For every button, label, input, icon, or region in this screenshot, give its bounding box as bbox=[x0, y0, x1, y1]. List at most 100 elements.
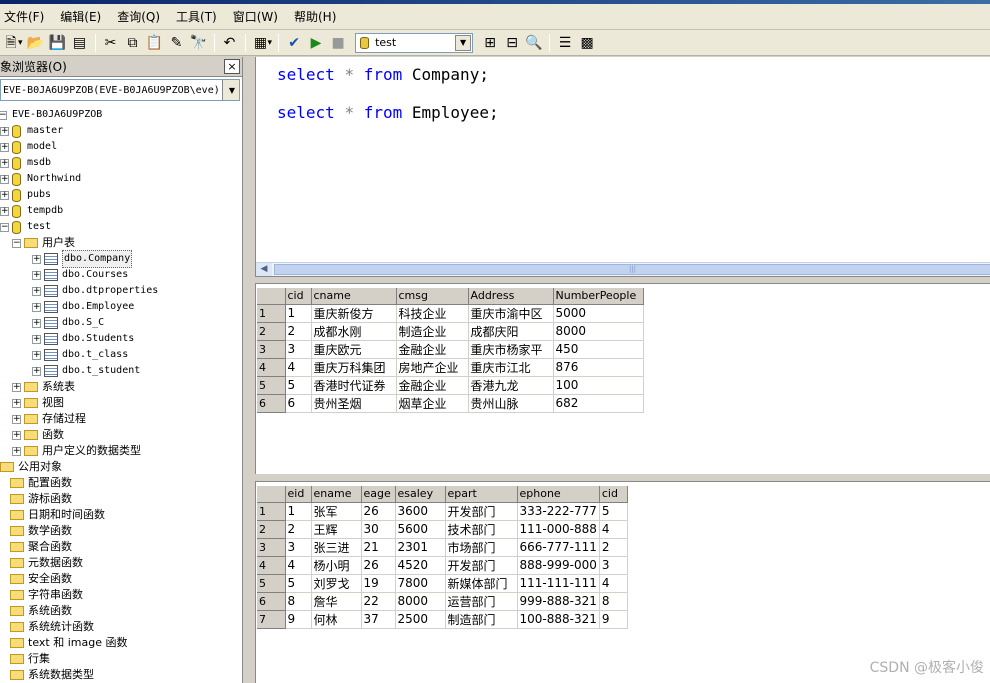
table-cell[interactable]: 金融企业 bbox=[396, 376, 469, 395]
expand-icon[interactable]: + bbox=[12, 430, 21, 440]
table-cell[interactable]: 4 bbox=[599, 574, 628, 593]
table-cell[interactable]: 技术部门 bbox=[445, 520, 518, 539]
expand-icon[interactable]: + bbox=[32, 286, 41, 296]
table-cell[interactable]: 682 bbox=[553, 394, 644, 413]
table-cell[interactable]: 450 bbox=[553, 340, 644, 359]
table-cell[interactable]: 张军 bbox=[311, 502, 362, 521]
table-cell[interactable]: 3 bbox=[599, 556, 628, 575]
table-cell[interactable]: 香港时代证券 bbox=[311, 376, 397, 395]
table-row[interactable]: 3 3 重庆欧元 金融企业 重庆市杨家平 450 bbox=[257, 340, 644, 359]
menu-help[interactable]: 帮助(H) bbox=[286, 6, 344, 28]
row-number[interactable]: 6 bbox=[257, 394, 286, 413]
expand-icon[interactable]: + bbox=[0, 206, 9, 216]
pane-splitter[interactable] bbox=[243, 57, 255, 683]
table-cell[interactable]: 香港九龙 bbox=[468, 376, 554, 395]
collapse-icon[interactable]: − bbox=[0, 110, 7, 120]
table-cell[interactable]: 666-777-111 bbox=[517, 538, 600, 557]
table-cell[interactable]: 8000 bbox=[553, 322, 644, 341]
stop-icon[interactable]: ■ bbox=[327, 32, 349, 54]
table-node[interactable]: + dbo.Company bbox=[32, 250, 133, 268]
folder-common-objects[interactable]: 公用对象 bbox=[0, 459, 62, 475]
folder-node[interactable]: 行集 bbox=[10, 651, 50, 667]
folder-node[interactable]: 数学函数 bbox=[10, 523, 72, 539]
table-cell[interactable]: 19 bbox=[361, 574, 396, 593]
table-cell[interactable]: 新媒体部门 bbox=[445, 574, 518, 593]
folder-node[interactable]: 配置函数 bbox=[10, 475, 72, 491]
expand-icon[interactable]: + bbox=[32, 334, 41, 344]
menu-file[interactable]: 文件(F) bbox=[0, 6, 52, 28]
table-cell[interactable]: 重庆万科集团 bbox=[311, 358, 397, 377]
table-cell[interactable]: 4 bbox=[285, 358, 312, 377]
folder-node[interactable]: + 视图 bbox=[12, 395, 64, 411]
properties-icon[interactable]: ☰ bbox=[554, 32, 576, 54]
folder-node[interactable]: 元数据函数 bbox=[10, 555, 83, 571]
results-splitter[interactable] bbox=[255, 474, 990, 481]
database-node[interactable]: − test bbox=[0, 219, 51, 235]
find-icon[interactable]: 🔭 bbox=[188, 32, 210, 54]
table-cell[interactable]: 22 bbox=[361, 592, 396, 611]
table-cell[interactable]: 运营部门 bbox=[445, 592, 518, 611]
table-cell[interactable]: 100 bbox=[553, 376, 644, 395]
expand-icon[interactable]: + bbox=[12, 414, 21, 424]
paste-icon[interactable]: 📋 bbox=[144, 32, 166, 54]
table-cell[interactable]: 6 bbox=[285, 394, 312, 413]
table-cell[interactable]: 重庆市江北 bbox=[468, 358, 554, 377]
chevron-down-icon[interactable]: ▾ bbox=[268, 38, 273, 48]
table-cell[interactable]: 111-111-111 bbox=[517, 574, 600, 593]
table-cell[interactable]: 2 bbox=[285, 520, 312, 539]
table-cell[interactable]: 杨小明 bbox=[311, 556, 362, 575]
folder-node[interactable]: 字符串函数 bbox=[10, 587, 83, 603]
row-number[interactable]: 5 bbox=[257, 376, 286, 395]
table-cell[interactable]: 1 bbox=[285, 304, 312, 323]
database-node[interactable]: + model bbox=[0, 139, 57, 155]
table-cell[interactable]: 制造部门 bbox=[445, 610, 518, 629]
row-number[interactable]: 5 bbox=[257, 574, 286, 593]
table-cell[interactable]: 科技企业 bbox=[396, 304, 469, 323]
folder-node[interactable]: 系统函数 bbox=[10, 603, 72, 619]
table-row[interactable]: 6 8 詹华 22 8000 运营部门 999-888-321 8 bbox=[257, 592, 628, 611]
menu-edit[interactable]: 编辑(E) bbox=[52, 6, 109, 28]
table-cell[interactable]: 888-999-000 bbox=[517, 556, 600, 575]
clear-window-icon[interactable]: ✎ bbox=[166, 32, 188, 54]
table-cell[interactable]: 37 bbox=[361, 610, 396, 629]
table-cell[interactable]: 26 bbox=[361, 556, 396, 575]
column-header[interactable]: eage bbox=[361, 486, 396, 503]
save-icon[interactable]: 💾 bbox=[47, 32, 69, 54]
object-search-icon[interactable]: 🔍 bbox=[523, 32, 545, 54]
table-row[interactable]: 2 2 王辉 30 5600 技术部门 111-000-888 4 bbox=[257, 520, 628, 539]
copy-icon[interactable]: ⧉ bbox=[122, 32, 144, 54]
row-number[interactable]: 3 bbox=[257, 538, 286, 557]
table-node[interactable]: + dbo.dtproperties bbox=[32, 283, 158, 299]
table-cell[interactable]: 成都庆阳 bbox=[468, 322, 554, 341]
column-header[interactable]: ephone bbox=[517, 486, 600, 503]
table-cell[interactable]: 3 bbox=[285, 340, 312, 359]
expand-icon[interactable]: + bbox=[32, 366, 41, 376]
database-node[interactable]: + Northwind bbox=[0, 171, 81, 187]
table-cell[interactable]: 26 bbox=[361, 502, 396, 521]
table-cell[interactable]: 2500 bbox=[395, 610, 446, 629]
row-number[interactable]: 4 bbox=[257, 556, 286, 575]
table-cell[interactable]: 开发部门 bbox=[445, 502, 518, 521]
table-row[interactable]: 7 9 何林 37 2500 制造部门 100-888-321 9 bbox=[257, 610, 628, 629]
table-row[interactable]: 3 3 张三进 21 2301 市场部门 666-777-111 2 bbox=[257, 538, 628, 557]
column-header[interactable]: ename bbox=[311, 486, 362, 503]
chevron-down-icon[interactable]: ▼ bbox=[455, 34, 472, 51]
table-row[interactable]: 1 1 重庆新俊方 科技企业 重庆市渝中区 5000 bbox=[257, 304, 644, 323]
folder-node[interactable]: + 用户定义的数据类型 bbox=[12, 443, 141, 459]
editor-scrollbar[interactable]: ◀ ||| bbox=[256, 262, 990, 276]
expand-icon[interactable]: + bbox=[0, 174, 9, 184]
row-number[interactable]: 4 bbox=[257, 358, 286, 377]
table-node[interactable]: + dbo.S_C bbox=[32, 315, 104, 331]
expand-icon[interactable]: + bbox=[32, 302, 41, 312]
table-cell[interactable]: 贵州山脉 bbox=[468, 394, 554, 413]
grid-view-icon[interactable]: ▩ bbox=[576, 32, 598, 54]
row-number[interactable]: 7 bbox=[257, 610, 286, 629]
folder-node[interactable]: + 系统表 bbox=[12, 379, 75, 395]
expand-icon[interactable]: + bbox=[0, 190, 9, 200]
expand-icon[interactable]: + bbox=[12, 398, 21, 408]
table-cell[interactable]: 张三进 bbox=[311, 538, 362, 557]
table-cell[interactable]: 詹华 bbox=[311, 592, 362, 611]
grid-corner[interactable] bbox=[257, 486, 286, 503]
table-node[interactable]: + dbo.Employee bbox=[32, 299, 134, 315]
table-cell[interactable]: 5600 bbox=[395, 520, 446, 539]
